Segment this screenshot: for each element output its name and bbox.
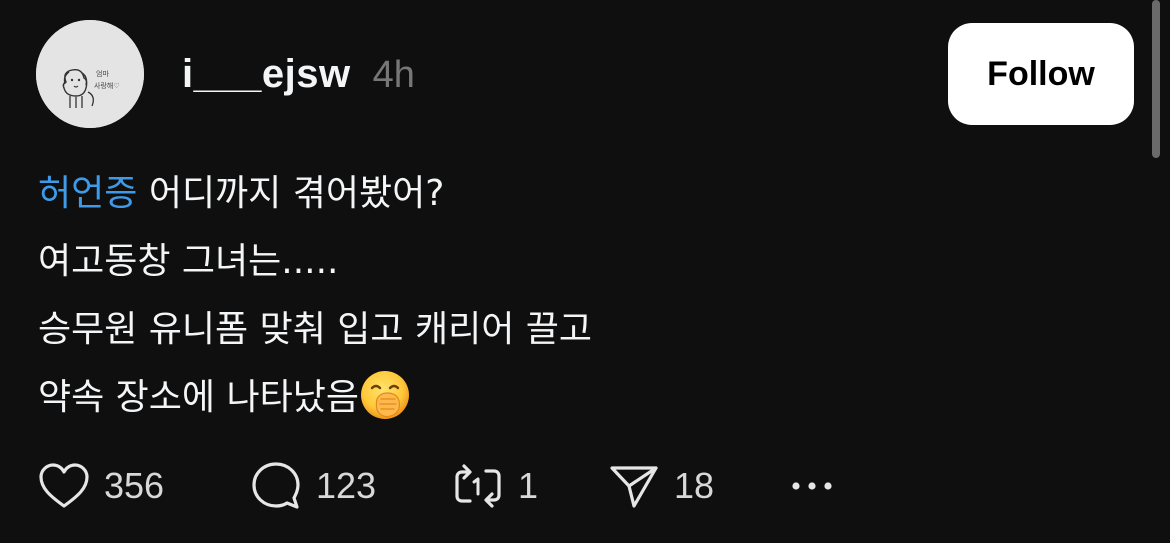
like-button[interactable]: 356 xyxy=(38,462,250,510)
comment-icon xyxy=(252,462,300,509)
avatar-text-1: 엄마 xyxy=(96,69,109,78)
post-header: i___ejsw 4h xyxy=(182,52,415,97)
thread-post: 엄마 사랑해♡ i___ejsw 4h Follow 허언증 어디까지 겪어봤어… xyxy=(0,0,1170,543)
share-count: 18 xyxy=(674,465,715,506)
share-button[interactable]: 18 xyxy=(608,460,790,512)
repost-button[interactable]: 1 xyxy=(452,460,608,512)
repost-icon xyxy=(455,464,501,508)
avatar-drawing: 엄마 사랑해♡ xyxy=(36,20,144,128)
reply-button[interactable]: 123 xyxy=(250,460,452,512)
username[interactable]: i___ejsw xyxy=(182,52,351,97)
hashtag-link[interactable]: 허언증 xyxy=(38,173,137,214)
post-line-4: 약속 장소에 나타났음 xyxy=(38,364,1118,432)
follow-button[interactable]: Follow xyxy=(948,23,1134,125)
ellipsis-icon xyxy=(792,482,832,490)
post-line-3: 승무원 유니폼 맞춰 입고 캐리어 끌고 xyxy=(38,309,593,350)
post-line-1: 허언증 어디까지 겪어봤어? xyxy=(38,160,1118,228)
face-with-hand-over-mouth-emoji-icon xyxy=(360,371,409,419)
more-options-button[interactable] xyxy=(790,480,834,492)
avatar[interactable]: 엄마 사랑해♡ xyxy=(36,20,144,128)
reply-count: 123 xyxy=(316,465,377,506)
post-line-1-text: 어디까지 겪어봤어? xyxy=(137,173,445,214)
repost-count: 1 xyxy=(518,465,539,506)
post-body: 허언증 어디까지 겪어봤어? 여고동창 그녀는..... 승무원 유니폼 맞춰 … xyxy=(38,160,1118,432)
like-count: 356 xyxy=(104,465,165,506)
action-bar: 356 123 1 18 xyxy=(38,458,834,514)
scrollbar[interactable] xyxy=(1152,0,1160,158)
heart-icon xyxy=(39,463,89,508)
send-icon xyxy=(610,466,658,508)
avatar-text-2: 사랑해♡ xyxy=(94,81,120,90)
post-line-4-text: 약속 장소에 나타났음 xyxy=(38,377,359,418)
post-line-2: 여고동창 그녀는..... xyxy=(38,241,339,282)
timestamp[interactable]: 4h xyxy=(373,54,415,97)
